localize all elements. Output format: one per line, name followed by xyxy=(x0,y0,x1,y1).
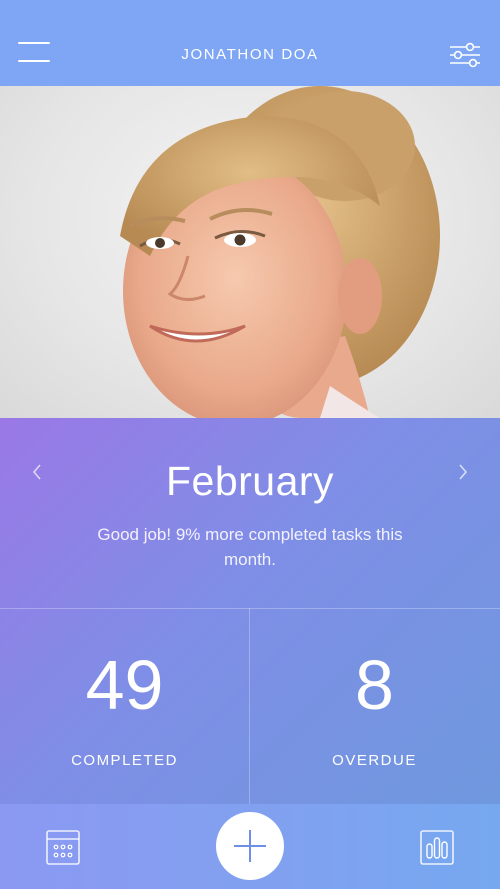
profile-photo xyxy=(0,86,500,418)
completed-count: 49 xyxy=(85,646,164,724)
header-bar: JONATHON DOA xyxy=(0,0,500,86)
portrait-illustration xyxy=(120,86,440,418)
add-task-button[interactable] xyxy=(216,812,284,880)
month-selector: February xyxy=(0,418,500,528)
overdue-label: OVERDUE xyxy=(332,752,417,769)
bar-chart-icon[interactable] xyxy=(420,828,454,866)
menu-line xyxy=(18,42,50,44)
bottom-tab-bar xyxy=(0,804,500,889)
plus-icon xyxy=(249,830,251,862)
month-label: February xyxy=(165,458,335,504)
filter-icon[interactable] xyxy=(448,42,482,68)
completed-label: COMPLETED xyxy=(71,752,178,769)
completed-stat[interactable]: 49 COMPLETED xyxy=(0,608,249,804)
chevron-right-icon[interactable] xyxy=(456,462,470,482)
app-screen: JONATHON DOA February Good job! 9% more … xyxy=(0,0,500,889)
stats-panel: February Good job! 9% more completed tas… xyxy=(0,418,500,804)
page-title: JONATHON DOA xyxy=(181,46,319,63)
overdue-stat[interactable]: 8 OVERDUE xyxy=(250,608,499,804)
overdue-count: 8 xyxy=(355,646,394,724)
calendar-icon[interactable] xyxy=(46,828,80,866)
progress-message: Good job! 9% more completed tasks this m… xyxy=(97,525,403,569)
